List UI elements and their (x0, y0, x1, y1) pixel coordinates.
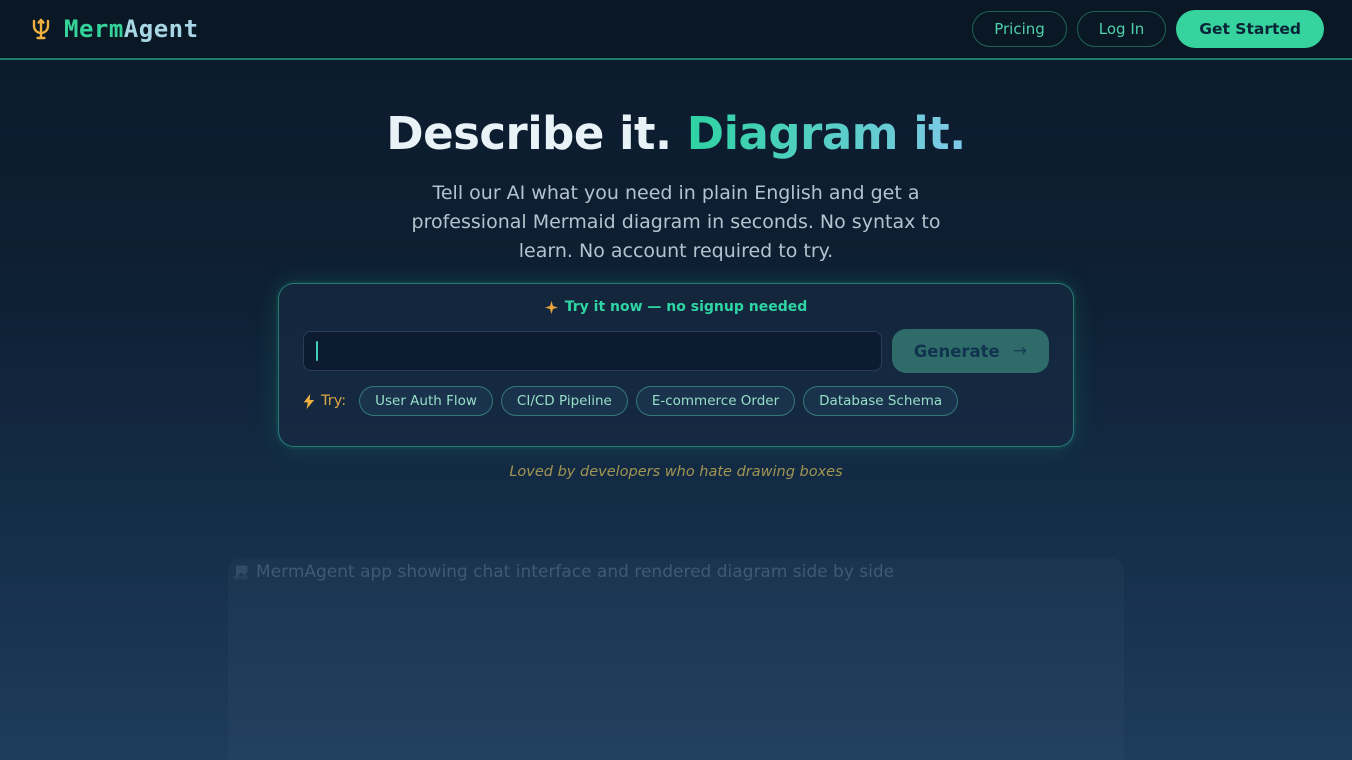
page-title: Describe it. Diagram it. (386, 106, 966, 162)
get-started-button[interactable]: Get Started (1176, 10, 1324, 48)
try-label-text: Try: (321, 393, 347, 410)
try-label: Try: (303, 393, 346, 409)
main-content: Describe it. Diagram it. Tell our AI wha… (0, 60, 1352, 760)
try-badge: Try it now — no signup needed (303, 299, 1049, 315)
brand-name-primary: Merm (64, 15, 124, 43)
text-caret (316, 341, 318, 362)
arrow-right-icon: → (1012, 341, 1027, 362)
prompt-input-wrap (303, 331, 882, 372)
chip-ecommerce-order[interactable]: E-commerce Order (635, 386, 796, 417)
example-chips: User Auth Flow CI/CD Pipeline E-commerce… (359, 386, 959, 417)
chip-cicd-pipeline[interactable]: CI/CD Pipeline (500, 386, 628, 417)
hero-image-alt-text: MermAgent app showing chat interface and… (256, 562, 895, 583)
nav-actions: Pricing Log In Get Started (972, 10, 1324, 48)
hero-subtitle: Tell our AI what you need in plain Engli… (411, 182, 941, 263)
try-it-card: Try it now — no signup needed Generate →… (278, 283, 1074, 448)
example-chips-row: Try: User Auth Flow CI/CD Pipeline E-com… (303, 386, 1049, 417)
login-button[interactable]: Log In (1076, 11, 1167, 47)
broken-image-row: MermAgent app showing chat interface and… (232, 562, 894, 582)
lightning-icon (303, 393, 315, 409)
navbar: MermAgent Pricing Log In Get Started (0, 0, 1352, 60)
chip-user-auth-flow[interactable]: User Auth Flow (359, 386, 493, 417)
prompt-input[interactable] (303, 331, 882, 372)
pricing-button[interactable]: Pricing (972, 11, 1067, 47)
try-badge-text: Try it now — no signup needed (564, 299, 808, 316)
title-plain: Describe it. (386, 107, 687, 160)
brand-logo[interactable]: MermAgent (28, 15, 199, 43)
broken-image-icon (232, 564, 251, 581)
title-accent: Diagram it. (686, 107, 967, 160)
prompt-row: Generate → (303, 329, 1049, 374)
trident-icon (28, 16, 54, 42)
social-proof-tagline: Loved by developers who hate drawing box… (509, 464, 843, 481)
hero-image-placeholder: MermAgent app showing chat interface and… (228, 558, 1124, 760)
sparkle-icon (544, 300, 558, 314)
chip-database-schema[interactable]: Database Schema (803, 386, 959, 417)
generate-button[interactable]: Generate → (891, 329, 1049, 374)
generate-label: Generate (913, 341, 1000, 361)
brand-name: MermAgent (64, 15, 199, 43)
brand-name-secondary: Agent (123, 15, 199, 43)
